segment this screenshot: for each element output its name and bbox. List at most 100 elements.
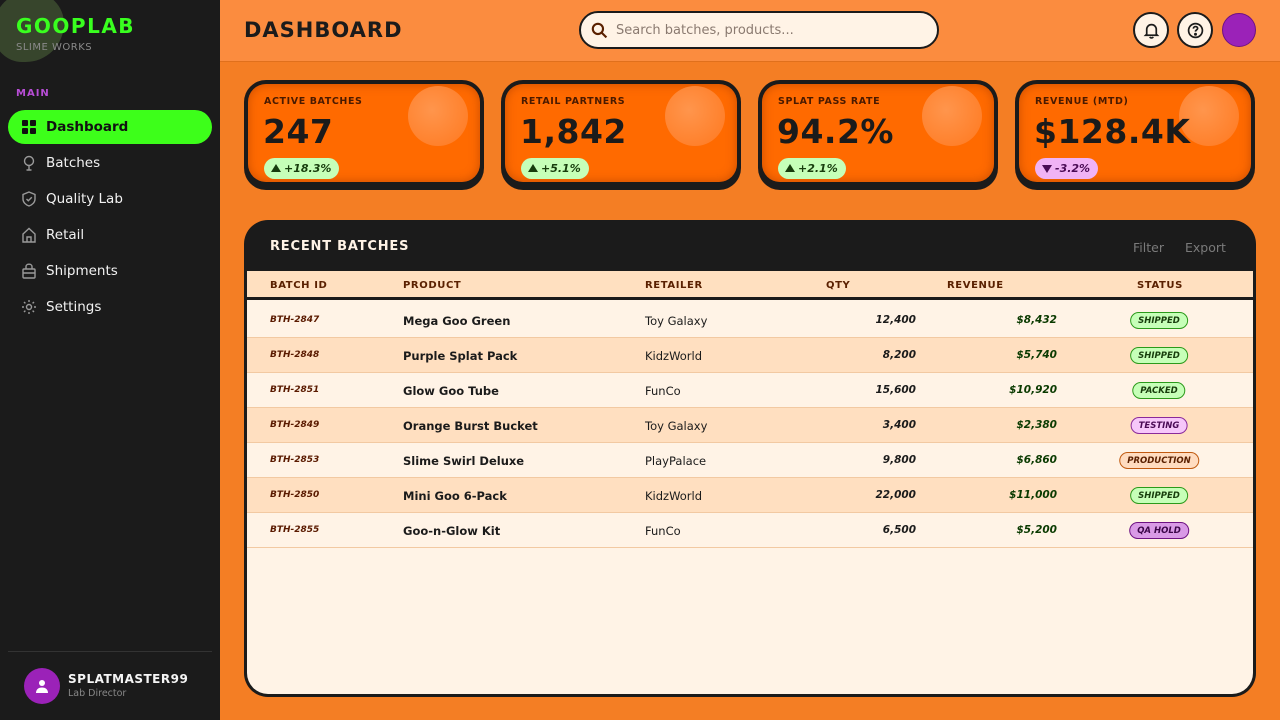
stat-delta: +5.1% bbox=[521, 158, 589, 179]
recent-batches-panel: Recent Batches Filter Export Batch ID Pr… bbox=[244, 220, 1256, 697]
revenue-cell: $6,860 bbox=[1016, 454, 1057, 466]
user-avatar[interactable] bbox=[1222, 13, 1256, 47]
trend-up-icon bbox=[528, 164, 538, 172]
revenue-cell: $2,380 bbox=[1016, 419, 1057, 431]
grid-icon bbox=[20, 118, 38, 136]
sidebar-divider bbox=[8, 651, 212, 652]
status-badge: Shipped bbox=[1130, 347, 1188, 364]
qty-cell: 6,500 bbox=[882, 524, 916, 536]
product-cell: Mega Goo Green bbox=[403, 314, 511, 328]
stat-label: Active Batches bbox=[264, 96, 363, 107]
retailer-cell: Toy Galaxy bbox=[645, 314, 708, 328]
column-header-status[interactable]: Status bbox=[1137, 280, 1183, 291]
trend-down-icon bbox=[1042, 165, 1052, 173]
batch-id-cell: BTH-2850 bbox=[270, 490, 320, 500]
product-cell: Glow Goo Tube bbox=[403, 384, 499, 398]
status-badge: Production bbox=[1119, 452, 1199, 469]
table-row[interactable]: BTH-2850 Mini Goo 6-Pack KidzWorld 22,000 $1… bbox=[247, 478, 1253, 513]
store-icon bbox=[20, 226, 38, 244]
page-title: DASHBOARD bbox=[244, 18, 403, 42]
flask-icon bbox=[20, 154, 38, 172]
product-cell: Orange Burst Bucket bbox=[403, 419, 538, 433]
table-row[interactable]: BTH-2849 Orange Burst Bucket Toy Galaxy 3,4… bbox=[247, 408, 1253, 443]
table-header: Batch ID Product Retailer Qty Revenue St… bbox=[247, 271, 1253, 300]
sidebar-item-label: Quality Lab bbox=[46, 191, 123, 207]
qty-cell: 8,200 bbox=[882, 349, 916, 361]
table-row[interactable]: BTH-2847 Mega Goo Green Toy Galaxy 12,400 $8… bbox=[247, 303, 1253, 338]
retailer-cell: FunCo bbox=[645, 384, 681, 398]
table-row[interactable]: BTH-2851 Glow Goo Tube FunCo 15,600 $10,920 P… bbox=[247, 373, 1253, 408]
top-header: DASHBOARD bbox=[220, 0, 1280, 62]
bell-icon bbox=[1143, 23, 1159, 39]
sidebar-item-label: Shipments bbox=[46, 263, 118, 279]
help-button[interactable] bbox=[1177, 12, 1213, 48]
revenue-cell: $5,740 bbox=[1016, 349, 1057, 361]
status-badge: Packed bbox=[1132, 382, 1186, 399]
sidebar-nav: Dashboard Batches Quality Lab Retail Shi… bbox=[8, 110, 212, 326]
stat-delta: -3.2% bbox=[1035, 158, 1099, 179]
product-cell: Purple Splat Pack bbox=[403, 349, 518, 363]
notifications-button[interactable] bbox=[1133, 12, 1169, 48]
card-bubble bbox=[922, 86, 982, 146]
table-row[interactable]: BTH-2855 Goo-n-Glow Kit FunCo 6,500 $5,200 QA… bbox=[247, 513, 1253, 548]
export-button[interactable]: Export bbox=[1185, 240, 1226, 255]
stat-delta: +2.1% bbox=[778, 158, 846, 179]
qty-cell: 12,400 bbox=[875, 314, 916, 326]
revenue-cell: $8,432 bbox=[1016, 314, 1057, 326]
column-header-product[interactable]: Product bbox=[403, 280, 461, 291]
batch-id-cell: BTH-2849 bbox=[270, 420, 320, 430]
profile-avatar[interactable] bbox=[24, 668, 60, 704]
card-bubble bbox=[408, 86, 468, 146]
status-badge: Testing bbox=[1130, 417, 1188, 434]
stat-card-active-batches: Active Batches 247 +18.3% bbox=[244, 80, 484, 190]
stat-card-revenue-mtd: Revenue (MTD) $128.4K -3.2% bbox=[1015, 80, 1255, 190]
sidebar-item-batches[interactable]: Batches bbox=[8, 146, 212, 180]
sidebar-item-label: Retail bbox=[46, 227, 85, 243]
search-icon bbox=[591, 22, 608, 38]
qty-cell: 3,400 bbox=[882, 419, 916, 431]
app-tagline: SLIME WORKS bbox=[16, 42, 93, 53]
batch-id-cell: BTH-2851 bbox=[270, 385, 320, 395]
retailer-cell: KidzWorld bbox=[645, 489, 703, 503]
product-cell: Slime Swirl Deluxe bbox=[403, 454, 525, 468]
status-badge: QA Hold bbox=[1129, 522, 1189, 539]
column-header-batch-id[interactable]: Batch ID bbox=[270, 280, 327, 291]
column-header-retailer[interactable]: Retailer bbox=[645, 280, 703, 291]
sidebar-item-label: Batches bbox=[46, 155, 101, 171]
sidebar-item-quality-lab[interactable]: Quality Lab bbox=[8, 182, 212, 216]
gear-icon bbox=[20, 298, 38, 316]
search-input[interactable] bbox=[616, 22, 916, 38]
search-bar[interactable] bbox=[579, 11, 939, 49]
sidebar-item-dashboard[interactable]: Dashboard bbox=[8, 110, 212, 144]
sidebar-item-shipments[interactable]: Shipments bbox=[8, 254, 212, 288]
user-icon bbox=[36, 680, 48, 693]
batch-id-cell: BTH-2853 bbox=[270, 455, 320, 465]
retailer-cell: FunCo bbox=[645, 524, 681, 538]
column-header-qty[interactable]: Qty bbox=[826, 280, 850, 291]
sidebar-item-retail[interactable]: Retail bbox=[8, 218, 212, 252]
batch-id-cell: BTH-2847 bbox=[270, 315, 320, 325]
table-row[interactable]: BTH-2853 Slime Swirl Deluxe PlayPalace 9,80… bbox=[247, 443, 1253, 478]
qty-cell: 9,800 bbox=[882, 454, 916, 466]
shield-check-icon bbox=[20, 190, 38, 208]
help-icon bbox=[1187, 22, 1203, 38]
app-logo[interactable]: GOOPLAB bbox=[16, 14, 135, 38]
stat-value: $128.4K bbox=[1034, 112, 1191, 151]
status-badge: Shipped bbox=[1130, 312, 1188, 329]
stat-delta: +18.3% bbox=[264, 158, 340, 179]
status-badge: Shipped bbox=[1130, 487, 1188, 504]
package-icon bbox=[20, 262, 38, 280]
profile-name: SPLATMASTER99 bbox=[68, 672, 189, 686]
filter-button[interactable]: Filter bbox=[1133, 240, 1164, 255]
qty-cell: 15,600 bbox=[875, 384, 916, 396]
qty-cell: 22,000 bbox=[875, 489, 916, 501]
revenue-cell: $10,920 bbox=[1009, 384, 1057, 396]
table-row[interactable]: BTH-2848 Purple Splat Pack KidzWorld 8,200 $… bbox=[247, 338, 1253, 373]
trend-up-icon bbox=[785, 164, 795, 172]
product-cell: Goo-n-Glow Kit bbox=[403, 524, 501, 538]
sidebar-item-settings[interactable]: Settings bbox=[8, 290, 212, 324]
profile-role: Lab Director bbox=[68, 688, 127, 699]
column-header-revenue[interactable]: Revenue bbox=[947, 280, 1004, 291]
batches-table: Batch ID Product Retailer Qty Revenue St… bbox=[247, 271, 1253, 694]
stat-card-retail-partners: Retail Partners 1,842 +5.1% bbox=[501, 80, 741, 190]
